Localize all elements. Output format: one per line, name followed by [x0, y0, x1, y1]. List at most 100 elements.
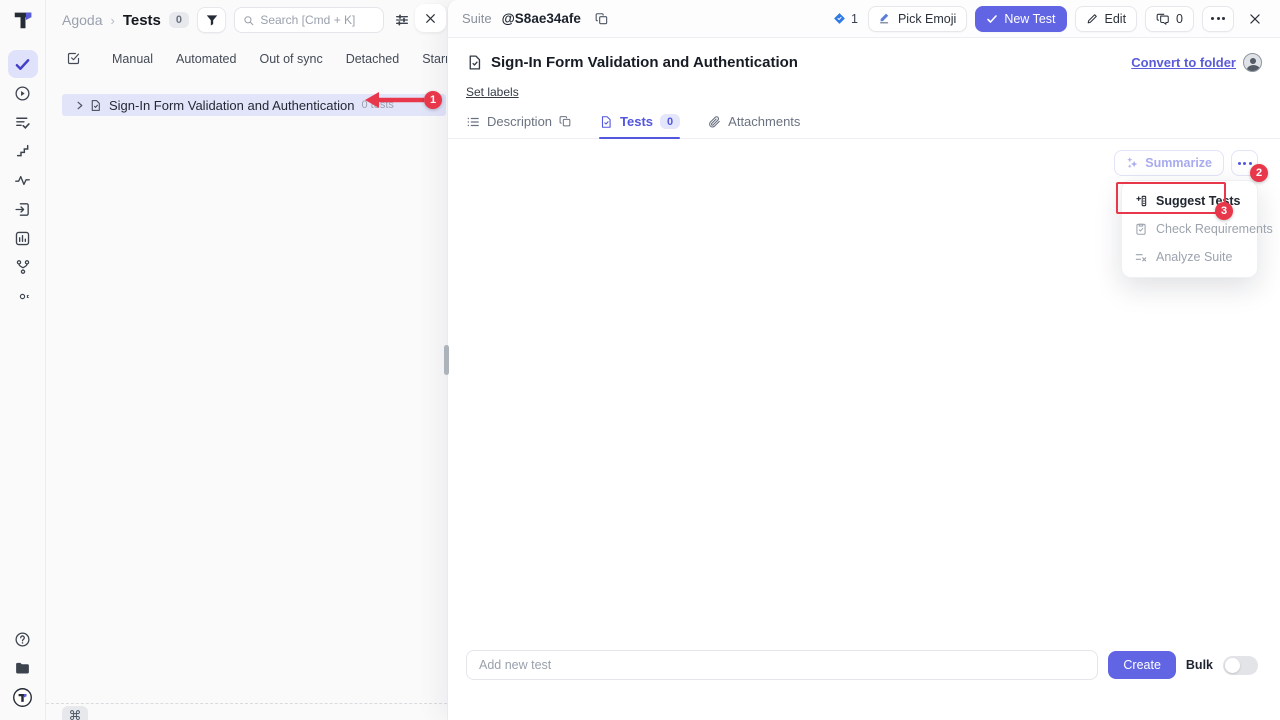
chevron-right-icon[interactable]: [74, 100, 85, 111]
suite-tree: Sign-In Form Validation and Authenticati…: [46, 77, 447, 703]
search-box[interactable]: [234, 7, 384, 33]
set-labels-link[interactable]: Set labels: [466, 85, 519, 99]
panel-resize-handle[interactable]: [444, 345, 449, 375]
help-icon[interactable]: [8, 625, 38, 653]
copy-description-icon[interactable]: [559, 115, 572, 128]
suite-type-label: Suite: [462, 11, 492, 26]
drawer-header: Suite @S8ae34afe 1 Pick Emoji New Test: [448, 0, 1280, 38]
tests-tab-content: Summarize Suggest Tests Check: [448, 139, 1280, 720]
clipboard-check-icon: [1134, 222, 1148, 236]
nav-settings-icon[interactable]: [8, 282, 38, 310]
tab-attachments[interactable]: Attachments: [707, 114, 800, 138]
jira-link-count: 1: [851, 12, 858, 26]
pencil-icon: [1086, 12, 1099, 25]
nav-analytics-icon[interactable]: [8, 166, 38, 194]
suite-doc-icon: [89, 99, 102, 112]
nav-import-icon[interactable]: [8, 195, 38, 223]
more-actions-button[interactable]: [1202, 6, 1234, 32]
tests-tab-count-badge: 0: [660, 114, 680, 129]
suite-tabs: Description Tests 0 Attachments: [448, 114, 1280, 139]
breadcrumb-project[interactable]: Agoda: [62, 12, 102, 28]
suite-id: @S8ae34afe: [502, 11, 581, 26]
bulk-mode-label: Bulk: [1186, 658, 1213, 672]
jira-diamond-icon: [833, 12, 846, 25]
add-test-input[interactable]: [466, 650, 1098, 680]
comments-icon: [1156, 12, 1170, 26]
nav-reports-icon[interactable]: [8, 224, 38, 252]
summarize-button[interactable]: Summarize: [1114, 150, 1224, 176]
drawer-edge-close-button[interactable]: [415, 4, 446, 32]
suite-drawer: Suite @S8ae34afe 1 Pick Emoji New Test: [447, 0, 1280, 720]
tab-tests[interactable]: Tests 0: [599, 114, 680, 138]
app-logo-icon[interactable]: [8, 6, 38, 34]
create-test-button[interactable]: Create: [1108, 651, 1176, 679]
tree-footer: ⌘: [46, 703, 447, 720]
ai-more-button[interactable]: [1231, 150, 1258, 176]
ai-dropdown-menu: Suggest Tests Check Requirements Analyze…: [1121, 180, 1258, 278]
tests-count-badge: 0: [169, 12, 189, 28]
filter-tab-automated[interactable]: Automated: [176, 52, 236, 66]
sparkles-icon: [1126, 157, 1139, 170]
filter-tab-out-of-sync[interactable]: Out of sync: [259, 52, 322, 66]
title-actions: Convert to folder: [1131, 53, 1262, 72]
tree-item-label: Sign-In Form Validation and Authenticati…: [109, 98, 354, 113]
check-icon: [986, 13, 998, 25]
more-icon: [1211, 17, 1225, 20]
filter-button[interactable]: [197, 7, 226, 33]
search-input[interactable]: [260, 13, 375, 27]
menu-item-analyze-suite[interactable]: Analyze Suite: [1122, 243, 1257, 271]
tree-item-test-count: 0 tests: [361, 99, 393, 111]
pick-emoji-button[interactable]: Pick Emoji: [868, 6, 967, 32]
suggest-tests-icon: [1134, 194, 1148, 208]
filter-tabs: Manual Automated Out of sync Detached St…: [46, 40, 447, 77]
filter-tab-manual[interactable]: Manual: [112, 52, 153, 66]
menu-item-suggest-tests[interactable]: Suggest Tests: [1122, 187, 1257, 215]
paperclip-icon: [707, 115, 721, 129]
tests-panel: Agoda › Tests 0 Manual Automated Out of …: [46, 0, 447, 720]
tree-row-suite[interactable]: Sign-In Form Validation and Authenticati…: [62, 94, 446, 116]
assignee-avatar[interactable]: [1243, 53, 1262, 72]
projects-icon[interactable]: [8, 654, 38, 682]
profile-avatar-icon[interactable]: [8, 683, 38, 711]
suite-title-row: Sign-In Form Validation and Authenticati…: [448, 38, 1280, 72]
add-test-row: Create Bulk: [448, 650, 1280, 680]
tab-description[interactable]: Description: [466, 114, 572, 138]
emoji-pen-icon: [879, 12, 892, 25]
bulk-select-icon[interactable]: [66, 51, 81, 66]
more-icon: [1238, 162, 1252, 165]
filter-tab-detached[interactable]: Detached: [346, 52, 400, 66]
bulk-toggle[interactable]: [1223, 656, 1258, 675]
tests-doc-icon: [599, 115, 613, 129]
drawer-header-actions: 1 Pick Emoji New Test Edit 0: [833, 6, 1268, 32]
nav-steps-icon[interactable]: [8, 137, 38, 165]
drawer-close-button[interactable]: [1242, 6, 1268, 32]
suite-title: Sign-In Form Validation and Authenticati…: [491, 54, 798, 71]
nav-branches-icon[interactable]: [8, 253, 38, 281]
analyze-suite-icon: [1134, 250, 1148, 264]
jira-link-indicator[interactable]: 1: [833, 12, 858, 26]
breadcrumb-separator: ›: [110, 13, 114, 28]
icon-rail: [0, 0, 46, 720]
copy-suite-id-icon[interactable]: [595, 12, 609, 26]
nav-runs-icon[interactable]: [8, 79, 38, 107]
toggle-knob: [1225, 658, 1240, 673]
edit-button[interactable]: Edit: [1075, 6, 1138, 32]
funnel-icon: [205, 13, 219, 27]
tests-panel-header: Agoda › Tests 0: [46, 0, 447, 40]
new-test-button[interactable]: New Test: [975, 6, 1066, 32]
description-list-icon: [466, 115, 480, 129]
nav-tests-icon[interactable]: [8, 50, 38, 78]
suite-doc-icon: [466, 54, 483, 71]
convert-to-folder-link[interactable]: Convert to folder: [1131, 55, 1236, 70]
ai-actions-row: Summarize: [1114, 150, 1258, 176]
comments-button[interactable]: 0: [1145, 6, 1194, 32]
app-window: Agoda › Tests 0 Manual Automated Out of …: [0, 0, 1280, 720]
command-key-chip[interactable]: ⌘: [62, 706, 88, 720]
close-icon: [1248, 12, 1262, 26]
menu-item-check-requirements[interactable]: Check Requirements: [1122, 215, 1257, 243]
search-icon: [243, 14, 254, 27]
close-icon: [424, 12, 437, 25]
view-settings-icon[interactable]: [394, 12, 410, 28]
nav-plans-icon[interactable]: [8, 108, 38, 136]
breadcrumb-page[interactable]: Tests: [123, 12, 161, 29]
